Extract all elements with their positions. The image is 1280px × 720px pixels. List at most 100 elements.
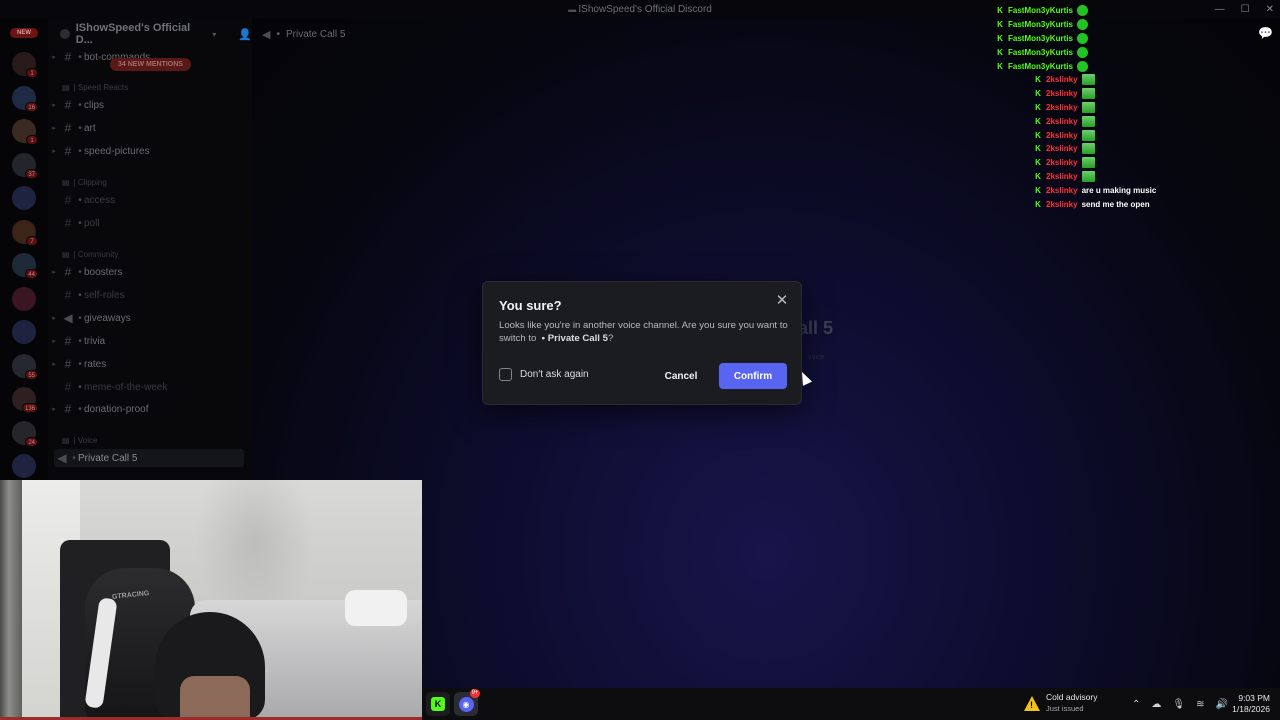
chevron-right-icon: ▸ xyxy=(52,315,56,322)
server-icon[interactable]: 1 xyxy=(12,119,38,145)
chat-message: K 2kslinky xyxy=(996,156,1196,170)
weather-subtitle: Just issued xyxy=(1046,704,1084,713)
chat-username[interactable]: 2kslinky xyxy=(1046,131,1078,140)
channel-trivia[interactable]: ▸ # • trivia xyxy=(48,332,244,350)
guild-header[interactable]: IShowSpeed's Official D... ▾ 👤 xyxy=(48,18,252,50)
channel-poll[interactable]: # • poll xyxy=(48,214,244,232)
wifi-icon[interactable]: ≋ xyxy=(1196,699,1204,710)
chevron-right-icon: ▸ xyxy=(52,102,56,109)
channel-speed-pictures[interactable]: ▸ # • speed-pictures xyxy=(48,142,244,160)
chat-username[interactable]: FastMon3yKurtis xyxy=(1008,48,1073,57)
channel-clips[interactable]: ▸ # • clips xyxy=(48,96,244,114)
channel-giveaways[interactable]: ▸ ◀ • giveaways xyxy=(48,309,244,327)
chat-username[interactable]: 2kslinky xyxy=(1046,200,1078,209)
chat-username[interactable]: FastMon3yKurtis xyxy=(1008,34,1073,43)
dot-icon: • xyxy=(78,217,82,229)
chat-username[interactable]: 2kslinky xyxy=(1046,89,1078,98)
chat-username[interactable]: FastMon3yKurtis xyxy=(1008,20,1073,29)
channel-meme-of-the-week[interactable]: # • meme-of-the-week xyxy=(48,378,244,396)
kick-badge-icon: K xyxy=(997,33,1003,43)
server-icon[interactable]: 37 xyxy=(12,152,38,179)
hash-icon: # xyxy=(64,216,72,230)
category-clipping[interactable]: ▤ | Clipping xyxy=(62,175,107,189)
chat-username[interactable]: FastMon3yKurtis xyxy=(1008,6,1073,15)
voice-channel-subtitle: voice xyxy=(808,354,825,361)
hash-icon: # xyxy=(64,334,72,348)
chat-username[interactable]: 2kslinky xyxy=(1046,103,1078,112)
server-icon[interactable] xyxy=(12,454,36,478)
category-speed-reacts[interactable]: ▤ | Speed Reacts xyxy=(62,80,128,94)
emote-icon xyxy=(1081,143,1095,155)
emote-icon xyxy=(1081,88,1095,100)
new-pill[interactable]: NEW xyxy=(10,28,38,38)
server-icon[interactable]: 7 xyxy=(12,219,38,246)
server-icon[interactable] xyxy=(12,286,36,311)
close-icon[interactable]: ✕ xyxy=(773,292,791,310)
chevron-up-icon[interactable]: ⌃ xyxy=(1132,699,1140,710)
channel-label: self-roles xyxy=(84,289,125,301)
weather-widget[interactable]: ! Cold advisory Just issued xyxy=(1024,692,1098,714)
discord-app-icon[interactable]: ◉ 9+ xyxy=(454,689,480,716)
hash-icon: # xyxy=(64,121,72,135)
channel-rates[interactable]: ▸ # • rates xyxy=(48,355,244,373)
server-icon[interactable]: 24 xyxy=(12,420,38,447)
dialog-body-suffix: ? xyxy=(607,333,614,344)
weather-title: Cold advisory xyxy=(1046,692,1098,702)
volume-icon[interactable]: 🔊 xyxy=(1215,699,1227,710)
hash-icon: # xyxy=(64,50,72,64)
channel-access[interactable]: # • access xyxy=(48,191,244,209)
channel-self-roles[interactable]: # • self-roles xyxy=(48,286,244,304)
channel-private-call-5[interactable]: ◀ • Private Call 5 xyxy=(54,449,244,467)
close-window-button[interactable]: ✕ xyxy=(1266,4,1274,15)
clock[interactable]: 9:03 PM 1/18/2026 xyxy=(1232,693,1270,715)
chevron-right-icon: ▸ xyxy=(52,338,56,345)
chat-username[interactable]: 2kslinky xyxy=(1046,186,1078,195)
confirm-button[interactable]: Confirm xyxy=(719,363,787,389)
mention-badge: 55 xyxy=(25,369,38,380)
dot-icon: • xyxy=(78,145,82,157)
kick-badge-icon: K xyxy=(1035,75,1041,85)
new-mentions-pill[interactable]: 34 NEW MENTIONS xyxy=(110,58,191,71)
kick-app-icon[interactable]: K xyxy=(426,692,450,716)
maximize-button[interactable]: ☐ xyxy=(1241,4,1250,15)
category-community[interactable]: ▤ | Community xyxy=(62,247,118,261)
chevron-right-icon: ▸ xyxy=(52,148,56,155)
voice-channel-title: all 5 xyxy=(798,318,834,338)
channel-donation-proof[interactable]: ▸ # • donation-proof xyxy=(48,400,244,418)
channel-label: rates xyxy=(84,358,107,370)
cloud-icon[interactable]: ☁ xyxy=(1151,699,1161,710)
hash-icon: # xyxy=(64,144,72,158)
server-icon[interactable]: 136 xyxy=(12,387,38,413)
server-icon[interactable] xyxy=(12,186,36,210)
channel-boosters[interactable]: ▸ # • boosters xyxy=(48,263,244,281)
server-icon[interactable]: 1 xyxy=(12,52,38,78)
channel-label: speed-pictures xyxy=(84,145,150,157)
chat-username[interactable]: 2kslinky xyxy=(1046,158,1078,167)
chat-message: K FastMon3yKurtis xyxy=(996,45,1196,59)
folder-icon: ▤ xyxy=(62,177,70,187)
microphone-icon[interactable]: 🎙 xyxy=(1172,699,1185,710)
server-icon[interactable]: 16 xyxy=(12,85,38,112)
server-icon[interactable]: 44 xyxy=(12,253,38,279)
cancel-button[interactable]: Cancel xyxy=(652,363,710,389)
minimize-button[interactable]: — xyxy=(1215,4,1225,15)
chat-username[interactable]: 2kslinky xyxy=(1046,144,1078,153)
chat-message: K 2kslinky xyxy=(996,101,1196,115)
chat-username[interactable]: 2kslinky xyxy=(1046,172,1078,181)
taskbar: K ◉ 9+ ! Cold advisory Just issued ⌃ ☁ 🎙 … xyxy=(422,688,1280,720)
chat-text: send me the open xyxy=(1081,199,1150,209)
chat-username[interactable]: FastMon3yKurtis xyxy=(1008,62,1073,71)
dot-icon: • xyxy=(72,452,76,464)
dont-ask-again-row[interactable]: Don't ask again xyxy=(499,368,589,381)
chat-username[interactable]: 2kslinky xyxy=(1046,117,1078,126)
server-icon[interactable] xyxy=(12,320,36,344)
dont-ask-again-checkbox[interactable] xyxy=(499,368,512,381)
category-voice[interactable]: ▤ | Voice xyxy=(62,433,97,447)
channel-art[interactable]: ▸ # • art xyxy=(48,119,244,137)
chat-username[interactable]: 2kslinky xyxy=(1046,75,1078,84)
server-icon[interactable]: 55 xyxy=(12,353,38,380)
kick-badge-icon: K xyxy=(997,20,1003,30)
add-member-icon[interactable]: 👤 xyxy=(238,28,252,41)
chevron-right-icon: ▸ xyxy=(52,269,56,276)
chat-bubble-icon[interactable]: 💬 xyxy=(1258,26,1273,40)
